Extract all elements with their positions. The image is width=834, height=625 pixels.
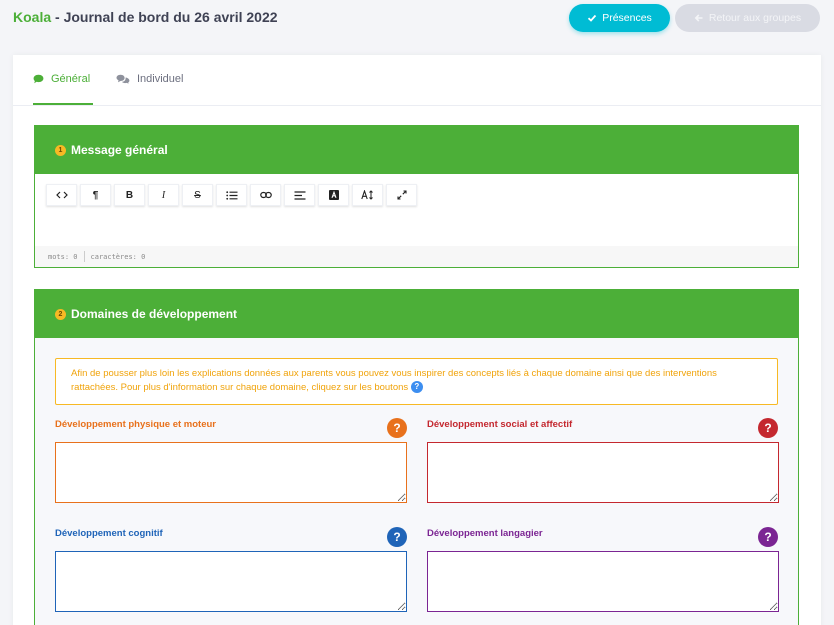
info-alert: Afin de pousser plus loin les explicatio… <box>55 358 778 405</box>
tab-individuel[interactable]: Individuel <box>116 73 183 85</box>
retour-aux-groupes-button[interactable]: Retour aux groupes <box>675 4 820 32</box>
word-count: mots: 0 <box>48 252 78 261</box>
message-general-header: 1 Message général <box>35 126 798 174</box>
tab-general-label: Général <box>51 73 91 85</box>
status-divider <box>83 251 85 262</box>
question-icon: ? <box>393 421 401 435</box>
question-icon: ? <box>764 421 772 435</box>
help-langagier-button[interactable]: ? <box>758 527 778 547</box>
message-general-section: 1 Message général ¶ B I S mots: 0 caract… <box>34 125 799 268</box>
italic-icon: I <box>161 189 166 201</box>
section-number-badge: 1 <box>55 144 66 156</box>
tab-individuel-label: Individuel <box>137 73 184 85</box>
bold-icon: B <box>125 189 134 201</box>
label-social-affectif: Développement social et affectif <box>427 419 573 430</box>
font-size-icon <box>360 190 373 200</box>
langagier-textarea[interactable] <box>427 551 779 612</box>
font-color-icon <box>328 190 339 200</box>
link-icon <box>259 191 272 199</box>
strikethrough-icon: S <box>194 189 201 201</box>
physique-moteur-textarea[interactable] <box>55 442 407 503</box>
social-affectif-textarea[interactable] <box>427 442 779 503</box>
section-number-badge: 2 <box>55 308 66 320</box>
tab-bar: Général Individuel <box>13 55 821 106</box>
message-general-title: Message général <box>71 143 168 157</box>
paragraph-icon: ¶ <box>92 189 99 201</box>
cognitif-textarea[interactable] <box>55 551 407 612</box>
info-text: Afin de pousser plus loin les explicatio… <box>71 368 717 393</box>
domaines-header: 2 Domaines de développement <box>35 290 798 338</box>
font-color-button[interactable] <box>318 184 349 206</box>
strikethrough-button[interactable]: S <box>182 184 213 206</box>
label-langagier: Développement langagier <box>427 528 543 539</box>
domaines-title: Domaines de développement <box>71 307 238 321</box>
journal-card: Général Individuel 1 Message général ¶ B… <box>13 55 821 625</box>
question-icon: ? <box>393 530 401 544</box>
fullscreen-button[interactable] <box>386 184 417 206</box>
list-button[interactable] <box>216 184 247 206</box>
comment-icon <box>33 74 44 84</box>
align-button[interactable] <box>284 184 315 206</box>
presences-label: Présences <box>602 12 652 24</box>
group-name: Koala <box>13 9 52 25</box>
paragraph-button[interactable]: ¶ <box>80 184 111 206</box>
bold-button[interactable]: B <box>114 184 145 206</box>
label-cognitif: Développement cognitif <box>55 528 163 539</box>
question-icon: ? <box>764 530 772 544</box>
italic-button[interactable]: I <box>148 184 179 206</box>
presences-button[interactable]: Présences <box>569 4 670 32</box>
character-count: caractères: 0 <box>90 252 146 261</box>
expand-icon <box>396 190 407 200</box>
code-icon <box>55 191 68 199</box>
editor-toolbar: ¶ B I S <box>46 184 417 206</box>
comments-icon <box>116 74 130 84</box>
align-left-icon <box>294 190 305 200</box>
code-view-button[interactable] <box>46 184 77 206</box>
check-icon <box>588 14 597 22</box>
question-icon: ? <box>410 381 423 394</box>
domaines-section: 2 Domaines de développement Afin de pous… <box>34 289 799 625</box>
editor-status-bar: mots: 0 caractères: 0 <box>35 246 798 267</box>
tab-general[interactable]: Général <box>33 73 90 85</box>
retour-label: Retour aux groupes <box>708 12 802 24</box>
font-size-button[interactable] <box>352 184 383 206</box>
active-tab-indicator <box>33 103 93 105</box>
page-title: Koala - Journal de bord du 26 avril 2022 <box>13 9 278 25</box>
label-physique-moteur: Développement physique et moteur <box>55 419 217 430</box>
help-cognitif-button[interactable]: ? <box>387 527 407 547</box>
list-icon <box>225 190 237 200</box>
link-button[interactable] <box>250 184 281 206</box>
help-physique-moteur-button[interactable]: ? <box>387 418 407 438</box>
help-social-affectif-button[interactable]: ? <box>758 418 778 438</box>
arrow-left-icon <box>694 14 703 22</box>
page-title-text: - Journal de bord du 26 avril 2022 <box>51 9 278 25</box>
